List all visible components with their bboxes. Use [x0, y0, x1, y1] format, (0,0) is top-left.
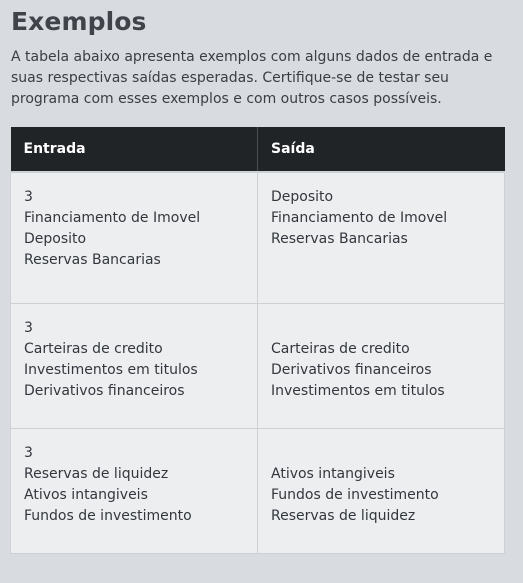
cell-line: Derivativos financeiros	[24, 382, 185, 399]
section-title: Exemplos	[11, 7, 147, 36]
cell-line	[271, 443, 504, 464]
cell-line: Carteiras de credito	[24, 340, 163, 357]
cell-line: Investimentos em titulos	[271, 382, 445, 399]
input-cell: 3 Reservas de liquidez Ativos intangivei…	[10, 427, 258, 554]
table-row: 3 Reservas de liquidez Ativos intangivei…	[10, 427, 505, 554]
input-cell: 3 Carteiras de credito Investimentos em …	[10, 302, 258, 429]
examples-section: Exemplos A tabela abaixo apresenta exemp…	[0, 0, 523, 583]
cell-line: Investimentos em titulos	[24, 361, 198, 378]
cell-line: Derivativos financeiros	[271, 361, 432, 378]
cell-line: 3	[24, 444, 33, 461]
table-row: 3 Financiamento de Imovel Deposito Reser…	[10, 171, 505, 304]
cell-line: Deposito	[24, 231, 87, 247]
cell-line: Fundos de investimento	[271, 486, 439, 503]
output-cell: Carteiras de credito Derivativos finance…	[257, 302, 505, 429]
cell-line: 3	[24, 189, 33, 205]
cell-line: Ativos intangiveis	[24, 486, 148, 503]
cell-line: Reservas de liquidez	[24, 465, 169, 482]
cell-line: Reservas Bancarias	[271, 231, 408, 247]
cell-line: Reservas de liquidez	[271, 507, 416, 524]
column-header-output: Saída	[257, 127, 505, 172]
cell-line	[271, 318, 504, 339]
cell-line: Financiamento de Imovel	[271, 210, 448, 226]
cell-line: Financiamento de Imovel	[24, 210, 201, 226]
cell-line: Carteiras de credito	[271, 340, 410, 357]
cell-line: Ativos intangiveis	[271, 465, 395, 482]
examples-table: Entrada Saída 3 Financiamento de Imovel …	[10, 127, 505, 554]
output-cell: Ativos intangiveis Fundos de investiment…	[257, 427, 505, 554]
column-header-input: Entrada	[10, 127, 258, 172]
cell-line: Deposito	[271, 189, 334, 205]
cell-line: Reservas Bancarias	[24, 252, 161, 268]
table-header-row: Entrada Saída	[10, 127, 505, 172]
input-cell: 3 Financiamento de Imovel Deposito Reser…	[10, 171, 258, 304]
cell-line: Fundos de investimento	[24, 507, 192, 524]
cell-line: 3	[24, 319, 33, 336]
section-description: A tabela abaixo apresenta exemplos com a…	[11, 49, 493, 107]
output-cell: Deposito Financiamento de Imovel Reserva…	[257, 171, 505, 304]
table-row: 3 Carteiras de credito Investimentos em …	[10, 302, 505, 429]
